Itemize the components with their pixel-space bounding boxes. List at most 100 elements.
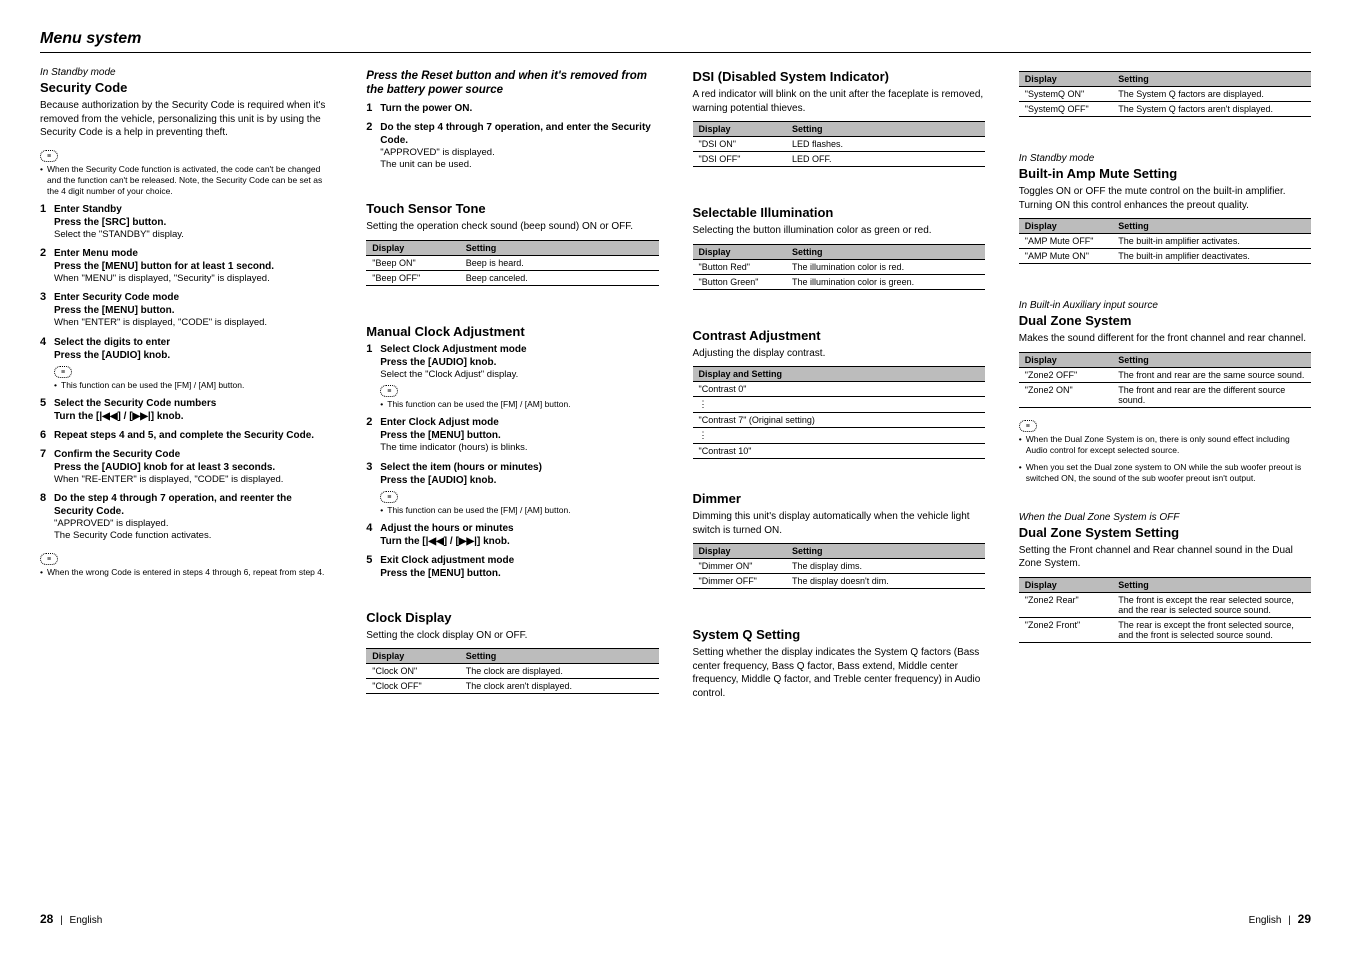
step-sub: Select the "STANDBY" display. [54, 229, 332, 241]
step-bold: Turn the [|◀◀] / [▶▶|] knob. [54, 410, 332, 423]
th-setting: Setting [460, 240, 659, 255]
note-dualzone-2: When you set the Dual zone system to ON … [1019, 462, 1311, 484]
td: Beep canceled. [460, 270, 659, 285]
desc-dimmer: Dimming this unit's display automaticall… [693, 510, 985, 537]
note-icon [40, 553, 58, 565]
table-system-q: DisplaySetting "SystemQ ON"The System Q … [1019, 71, 1311, 117]
td: The display dims. [786, 559, 985, 574]
step-bold: Press the [AUDIO] knob. [380, 356, 658, 369]
td: The built-in amplifier activates. [1112, 234, 1311, 249]
td: The System Q factors are displayed. [1112, 87, 1311, 102]
th-display-setting: Display and Setting [693, 367, 985, 382]
footer-lang-right: English [1249, 915, 1282, 926]
td: "Clock OFF" [366, 679, 460, 694]
td: "AMP Mute OFF" [1019, 234, 1113, 249]
th-setting: Setting [1112, 577, 1311, 592]
heading-system-q: System Q Setting [693, 627, 985, 642]
heading-amp-mute: Built-in Amp Mute Setting [1019, 166, 1311, 181]
step-note: This function can be used the [FM] / [AM… [54, 380, 332, 391]
desc-security-code: Because authorization by the Security Co… [40, 99, 332, 140]
separator: | [1284, 915, 1295, 926]
desc-contrast: Adjusting the display contrast. [693, 347, 985, 361]
step-title: Adjust the hours or minutes [380, 522, 658, 535]
page-footer: 28 | English English | 29 [40, 912, 1311, 926]
step-title: Do the step 4 through 7 operation, and e… [380, 121, 658, 147]
step-title: Turn the power ON. [380, 102, 658, 115]
td: The System Q factors aren't displayed. [1112, 102, 1311, 117]
td: The front is except the rear selected so… [1112, 592, 1311, 617]
separator: | [56, 915, 67, 926]
desc-touch-sensor: Setting the operation check sound (beep … [366, 220, 658, 234]
context-standby: In Standby mode [1019, 153, 1311, 164]
td: The front and rear are the different sou… [1112, 382, 1311, 407]
table-dimmer: DisplaySetting "Dimmer ON"The display di… [693, 543, 985, 589]
heading-reset: Press the Reset button and when it's rem… [366, 69, 658, 98]
step-bold: Press the [MENU] button. [54, 304, 332, 317]
td: "DSI OFF" [693, 152, 787, 167]
td: LED OFF. [786, 152, 985, 167]
th-setting: Setting [460, 649, 659, 664]
desc-clock-display: Setting the clock display ON or OFF. [366, 629, 658, 643]
page-number-left: 28 [40, 912, 53, 926]
desc-illumination: Selecting the button illumination color … [693, 224, 985, 238]
table-amp-mute: DisplaySetting "AMP Mute OFF"The built-i… [1019, 218, 1311, 264]
column-1: In Standby mode Security Code Because au… [40, 67, 332, 706]
th-display: Display [1019, 72, 1113, 87]
column-4: DisplaySetting "SystemQ ON"The System Q … [1019, 67, 1311, 706]
desc-dz-setting: Setting the Front channel and Rear chann… [1019, 544, 1311, 571]
td: "Button Red" [693, 259, 787, 274]
heading-security-code: Security Code [40, 80, 332, 95]
td: "Contrast 7" (Original setting) [693, 413, 985, 428]
context-dz-off: When the Dual Zone System is OFF [1019, 512, 1311, 523]
step-sub: When "ENTER" is displayed, "CODE" is dis… [54, 317, 332, 329]
step-title: Confirm the Security Code [54, 448, 332, 461]
th-setting: Setting [1112, 219, 1311, 234]
steps-security-code: Enter Standby Press the [SRC] button. Se… [40, 203, 332, 543]
step-sub: "APPROVED" is displayed. [380, 147, 658, 159]
column-2: Press the Reset button and when it's rem… [366, 67, 658, 706]
step-title: Select the Security Code numbers [54, 397, 332, 410]
step-title: Enter Menu mode [54, 247, 332, 260]
step-title: Select Clock Adjustment mode [380, 343, 658, 356]
heading-contrast: Contrast Adjustment [693, 328, 985, 343]
td: The clock aren't displayed. [460, 679, 659, 694]
table-contrast: Display and Setting "Contrast 0" ⋮ "Cont… [693, 366, 985, 459]
td: "Contrast 0" [693, 382, 985, 397]
td: "Beep OFF" [366, 270, 460, 285]
step-sub: When "MENU" is displayed, "Security" is … [54, 273, 332, 285]
step-bold: Press the [AUDIO] knob. [380, 474, 658, 487]
desc-system-q: Setting whether the display indicates th… [693, 646, 985, 700]
footer-right: English | 29 [1249, 912, 1311, 926]
th-display: Display [366, 649, 460, 664]
note-security-activated: When the Security Code function is activ… [40, 164, 332, 197]
desc-amp-mute: Toggles ON or OFF the mute control on th… [1019, 185, 1311, 212]
th-display: Display [693, 122, 787, 137]
td: The built-in amplifier deactivates. [1112, 249, 1311, 264]
td: "SystemQ ON" [1019, 87, 1113, 102]
heading-dimmer: Dimmer [693, 491, 985, 506]
step-title: Enter Standby [54, 203, 332, 216]
th-setting: Setting [1112, 352, 1311, 367]
heading-dsi: DSI (Disabled System Indicator) [693, 69, 985, 84]
step-bold: Press the [AUDIO] knob. [54, 349, 332, 362]
td: "Zone2 Rear" [1019, 592, 1113, 617]
th-setting: Setting [786, 122, 985, 137]
th-display: Display [1019, 219, 1113, 234]
table-touch-sensor: DisplaySetting "Beep ON"Beep is heard. "… [366, 240, 658, 286]
heading-dual-zone: Dual Zone System [1019, 313, 1311, 328]
td: "Dimmer ON" [693, 559, 787, 574]
page-number-right: 29 [1298, 912, 1311, 926]
step-sub: "APPROVED" is displayed. [54, 518, 332, 530]
th-setting: Setting [1112, 72, 1311, 87]
heading-dz-setting: Dual Zone System Setting [1019, 525, 1311, 540]
table-illumination: DisplaySetting "Button Red"The illuminat… [693, 244, 985, 290]
column-3: DSI (Disabled System Indicator) A red in… [693, 67, 985, 706]
step-bold: Press the [MENU] button. [380, 567, 658, 580]
td-dots: ⋮ [693, 397, 985, 413]
heading-illumination: Selectable Illumination [693, 205, 985, 220]
step-note: This function can be used the [FM] / [AM… [380, 505, 658, 516]
desc-dual-zone: Makes the sound different for the front … [1019, 332, 1311, 346]
steps-reset: Turn the power ON. Do the step 4 through… [366, 102, 658, 172]
note-icon [1019, 420, 1037, 432]
td: The illumination color is green. [786, 274, 985, 289]
